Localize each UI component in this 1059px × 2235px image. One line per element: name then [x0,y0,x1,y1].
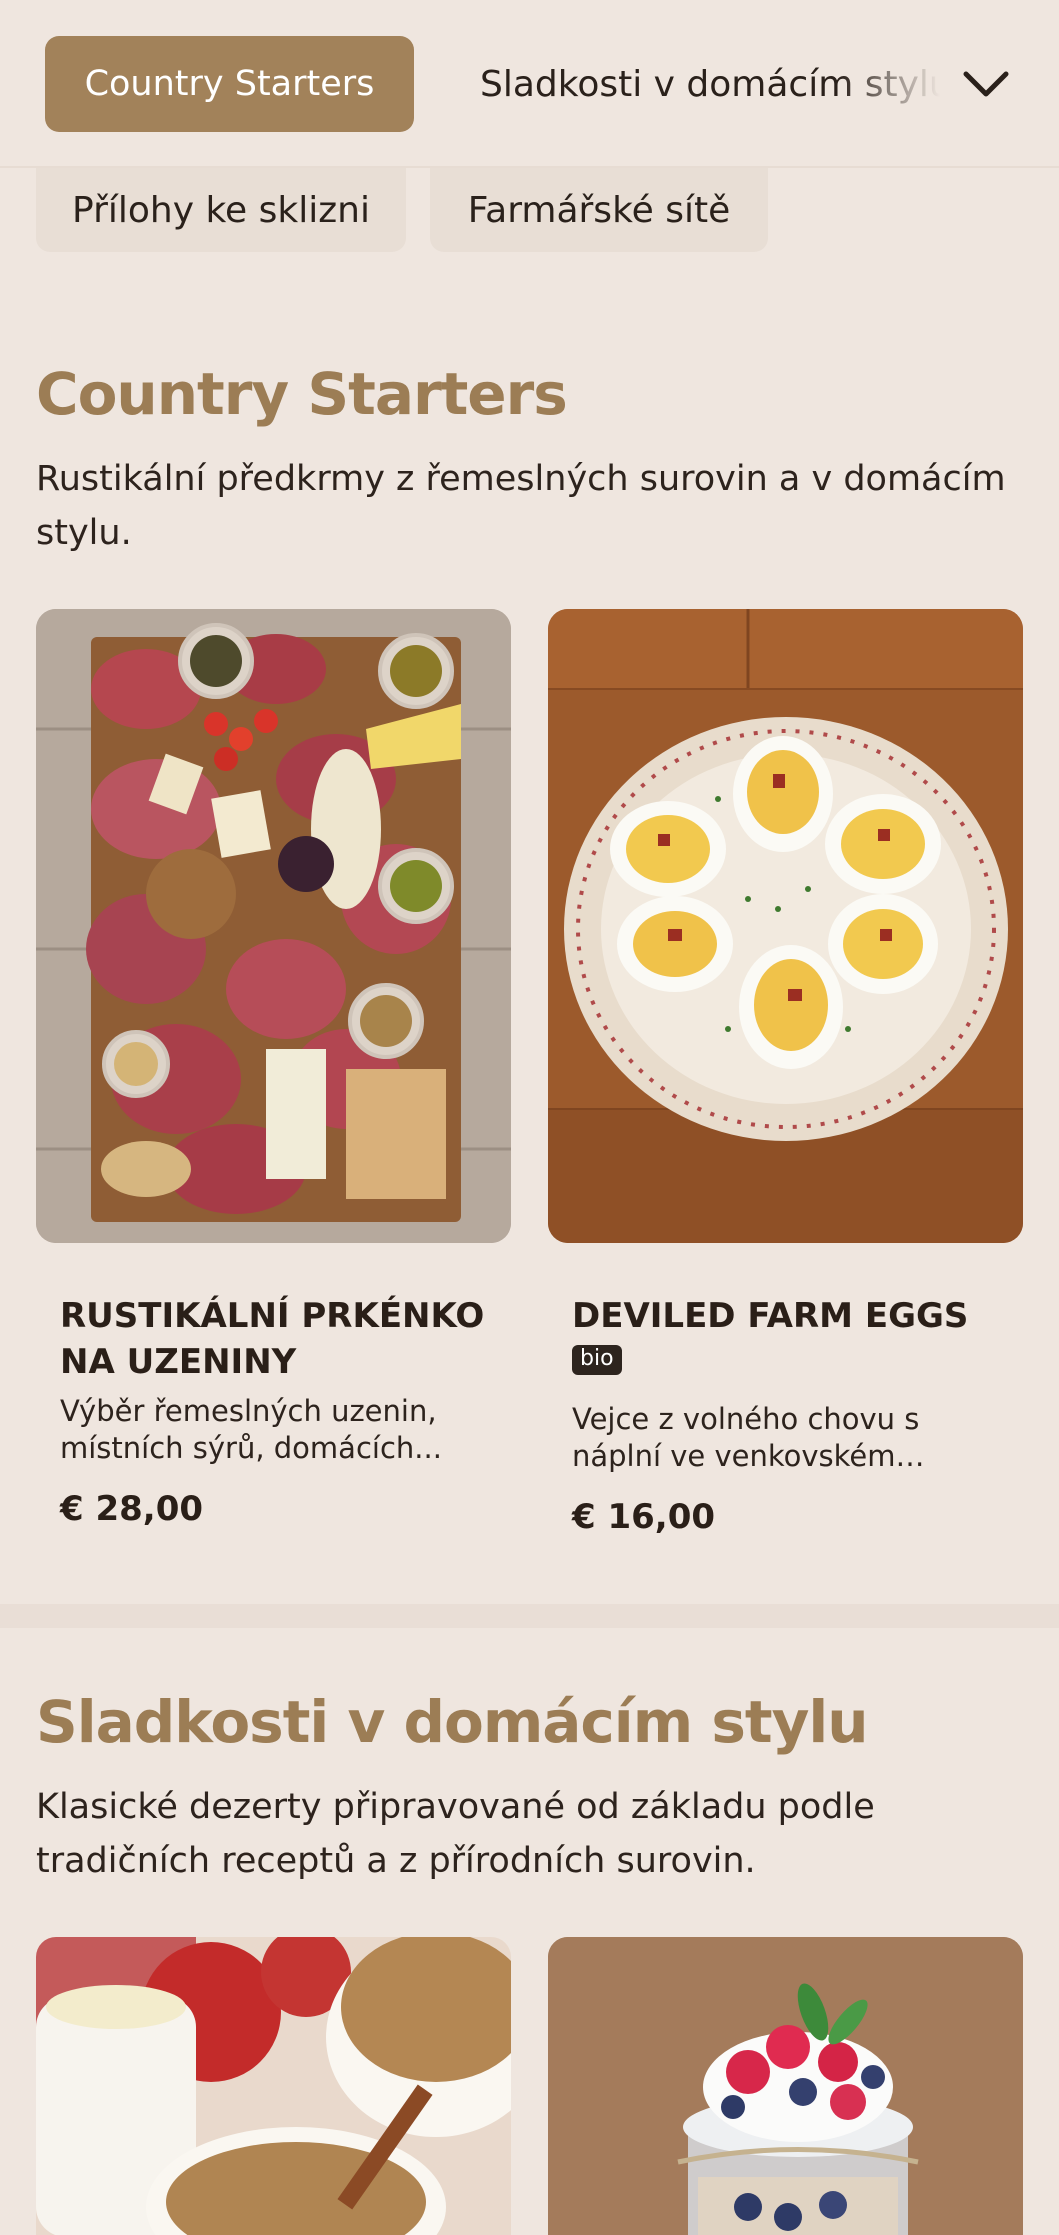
menu-page: Country Starters Sladkosti v domácím sty… [0,0,1059,2235]
section-divider [0,1604,1059,1628]
product-price: € 16,00 [572,1497,716,1537]
chip-prilohy[interactable]: Přílohy ke sklizni [36,168,406,252]
section-title-sladkosti: Sladkosti v domácím stylu [36,1688,869,1756]
charcuterie-board-photo [36,609,511,1243]
product-description: Výběr řemeslných uzenin, místních sýrů, … [60,1394,442,1465]
product-card-deviled-eggs[interactable]: Deviled Farm Eggs bio Vejce z volného ch… [548,609,1023,1537]
chip-farmarske-site[interactable]: Farmářské sítě [430,168,768,252]
chevron-down-icon[interactable] [958,56,1014,112]
bio-badge: bio [572,1345,622,1375]
section-description-country-starters: Rustikální předkrmy z řemeslných surovin… [36,459,1006,553]
product-card-charcuterie[interactable]: Rustikální prkénko na uzeniny Výběr řeme… [36,609,511,1529]
section-description-sladkosti: Klasické dezerty připravované od základu… [36,1787,875,1881]
product-description: Vejce z volného chovu s náplní ve venkov… [572,1402,920,1473]
product-card-apple-crumble[interactable] [36,1937,511,2235]
apple-crumble-photo [36,1937,511,2235]
category-tab-bar: Country Starters Sladkosti v domácím sty… [0,0,1059,168]
product-price: € 28,00 [60,1489,204,1529]
product-name: Deviled Farm Eggs [572,1296,969,1336]
deviled-eggs-photo [548,609,1023,1243]
tab-country-starters[interactable]: Country Starters [45,36,414,132]
tab-sladkosti[interactable]: Sladkosti v domácím stylu [480,36,940,132]
section-title-country-starters: Country Starters [36,360,568,428]
product-name: Rustikální prkénko na uzeniny [60,1296,485,1382]
berry-parfait-jar-photo [548,1937,1023,2235]
product-card-berry-parfait[interactable] [548,1937,1023,2235]
